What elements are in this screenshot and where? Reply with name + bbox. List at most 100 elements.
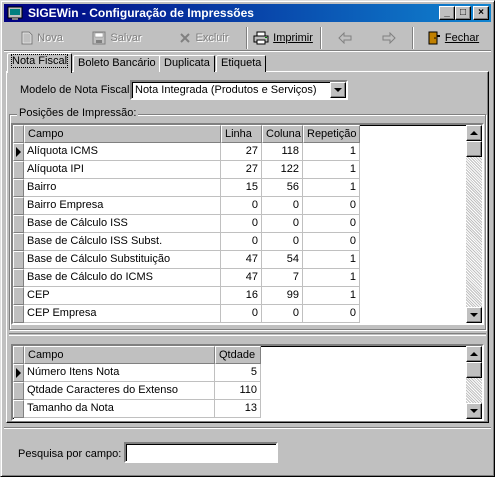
cell-linha[interactable]: 47 [221, 251, 262, 269]
cell-coluna[interactable]: 56 [262, 179, 303, 197]
row-indicator[interactable] [13, 305, 24, 323]
row-indicator[interactable] [13, 161, 24, 179]
cell-repeticao[interactable]: 1 [303, 269, 360, 287]
table-row[interactable]: Qtdade Caracteres do Extenso 110 [13, 382, 468, 400]
table-row[interactable]: CEP Empresa 0 0 0 [13, 305, 468, 323]
cell-repeticao[interactable]: 1 [303, 143, 360, 161]
scroll-thumb[interactable] [466, 362, 482, 378]
cell-campo[interactable]: Número Itens Nota [24, 364, 215, 382]
cell-linha[interactable]: 16 [221, 287, 262, 305]
table-row[interactable]: CEP 16 99 1 [13, 287, 468, 305]
print-button[interactable]: Imprimir [250, 27, 316, 49]
table-row[interactable]: Bairro 15 56 1 [13, 179, 468, 197]
table-row[interactable]: Base de Cálculo Substituição 47 54 1 [13, 251, 468, 269]
cell-qtdade[interactable]: 13 [215, 400, 261, 418]
row-indicator[interactable] [13, 382, 24, 400]
positions-grid[interactable]: Campo Linha Coluna Repetição Alíquota IC… [11, 123, 484, 325]
column-header-linha[interactable]: Linha [221, 125, 262, 143]
row-indicator[interactable] [13, 215, 24, 233]
table-row[interactable]: Base de Cálculo ISS 0 0 0 [13, 215, 468, 233]
cell-campo[interactable]: Base de Cálculo ISS Subst. [24, 233, 221, 251]
cell-coluna[interactable]: 99 [262, 287, 303, 305]
scroll-up-arrow-icon[interactable] [466, 346, 482, 362]
cell-campo[interactable]: CEP [24, 287, 221, 305]
row-indicator[interactable] [13, 197, 24, 215]
cell-coluna[interactable]: 54 [262, 251, 303, 269]
cell-campo[interactable]: Qtdade Caracteres do Extenso [24, 382, 215, 400]
quantity-grid-scrollbar[interactable] [466, 346, 482, 419]
column-header-repeticao[interactable]: Repetição [303, 125, 360, 143]
row-indicator[interactable] [13, 287, 24, 305]
cell-campo[interactable]: Base de Cálculo Substituição [24, 251, 221, 269]
current-row-arrow-icon[interactable] [13, 143, 24, 161]
column-header-campo[interactable]: Campo [24, 346, 215, 364]
next-arrow-button[interactable] [370, 27, 408, 49]
close-window-button[interactable]: × [473, 6, 489, 20]
cell-coluna[interactable]: 0 [262, 215, 303, 233]
row-indicator[interactable] [13, 400, 24, 418]
save-button[interactable]: Salvar [82, 27, 152, 49]
cell-coluna[interactable]: 0 [262, 233, 303, 251]
cell-linha[interactable]: 27 [221, 143, 262, 161]
close-button[interactable]: Fechar [418, 27, 488, 49]
minimize-button[interactable]: _ [439, 6, 455, 20]
row-indicator[interactable] [13, 269, 24, 287]
cell-linha[interactable]: 0 [221, 215, 262, 233]
chevron-down-icon[interactable] [330, 82, 346, 98]
cell-repeticao[interactable]: 0 [303, 233, 360, 251]
cell-coluna[interactable]: 0 [262, 197, 303, 215]
scroll-up-arrow-icon[interactable] [466, 125, 482, 141]
column-header-campo[interactable]: Campo [24, 125, 221, 143]
cell-campo[interactable]: Bairro [24, 179, 221, 197]
cell-coluna[interactable]: 122 [262, 161, 303, 179]
cell-coluna[interactable]: 118 [262, 143, 303, 161]
cell-campo[interactable]: Bairro Empresa [24, 197, 221, 215]
delete-button[interactable]: Excluir [164, 27, 244, 49]
cell-campo[interactable]: Alíquota IPI [24, 161, 221, 179]
cell-repeticao[interactable]: 0 [303, 197, 360, 215]
table-row[interactable]: Alíquota ICMS 27 118 1 [13, 143, 468, 161]
column-header-qtdade[interactable]: Qtdade [215, 346, 261, 364]
cell-qtdade[interactable]: 110 [215, 382, 261, 400]
tab-boleto-bancario[interactable]: Boleto Bancário [73, 55, 161, 72]
quantity-grid[interactable]: Campo Qtdade Número Itens Nota 5 Qtdade Ca… [11, 344, 484, 421]
table-row[interactable]: Número Itens Nota 5 [13, 364, 468, 382]
scroll-down-arrow-icon[interactable] [466, 403, 482, 419]
cell-campo[interactable]: Alíquota ICMS [24, 143, 221, 161]
table-row[interactable]: Tamanho da Nota 13 [13, 400, 468, 418]
model-select[interactable]: Nota Integrada (Produtos e Serviços) [130, 80, 348, 100]
cell-qtdade[interactable]: 5 [215, 364, 261, 382]
search-input[interactable] [124, 442, 278, 463]
cell-repeticao[interactable]: 1 [303, 179, 360, 197]
cell-linha[interactable]: 27 [221, 161, 262, 179]
cell-linha[interactable]: 15 [221, 179, 262, 197]
scroll-down-arrow-icon[interactable] [466, 307, 482, 323]
scroll-thumb[interactable] [466, 141, 482, 157]
cell-campo[interactable]: CEP Empresa [24, 305, 221, 323]
cell-repeticao[interactable]: 1 [303, 161, 360, 179]
table-row[interactable]: Base de Cálculo do ICMS 47 7 1 [13, 269, 468, 287]
cell-campo[interactable]: Base de Cálculo do ICMS [24, 269, 221, 287]
table-row[interactable]: Base de Cálculo ISS Subst. 0 0 0 [13, 233, 468, 251]
cell-linha[interactable]: 47 [221, 269, 262, 287]
tab-nota-fiscal[interactable]: Nota Fiscal [7, 53, 73, 73]
tab-duplicata[interactable]: Duplicata [159, 55, 215, 72]
previous-arrow-button[interactable] [326, 27, 364, 49]
cell-coluna[interactable]: 7 [262, 269, 303, 287]
cell-linha[interactable]: 0 [221, 197, 262, 215]
cell-repeticao[interactable]: 1 [303, 251, 360, 269]
table-row[interactable]: Alíquota IPI 27 122 1 [13, 161, 468, 179]
cell-repeticao[interactable]: 0 [303, 215, 360, 233]
cell-coluna[interactable]: 0 [262, 305, 303, 323]
cell-campo[interactable]: Tamanho da Nota [24, 400, 215, 418]
column-header-coluna[interactable]: Coluna [262, 125, 303, 143]
cell-repeticao[interactable]: 0 [303, 305, 360, 323]
cell-repeticao[interactable]: 1 [303, 287, 360, 305]
maximize-button[interactable]: □ [455, 6, 471, 20]
cell-campo[interactable]: Base de Cálculo ISS [24, 215, 221, 233]
row-indicator[interactable] [13, 251, 24, 269]
new-button[interactable]: Nova [8, 27, 76, 49]
tab-etiqueta[interactable]: Etiqueta [216, 55, 267, 72]
splitter[interactable] [9, 333, 486, 336]
cell-linha[interactable]: 0 [221, 233, 262, 251]
